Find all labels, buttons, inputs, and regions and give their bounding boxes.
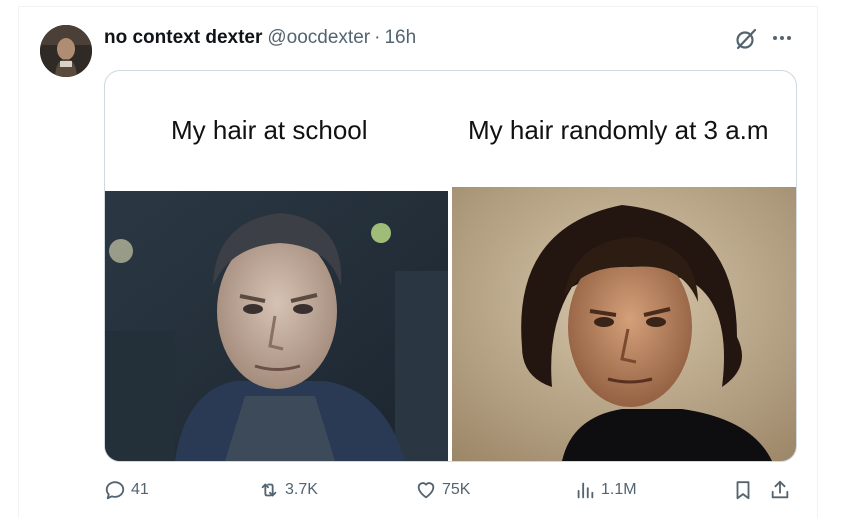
bookmark-icon: [736, 481, 750, 500]
view-count: 1.1M: [601, 481, 637, 498]
grok-icon[interactable]: [733, 26, 759, 52]
photo-long-hair: [452, 187, 796, 461]
tweet-header: no context dexter @oocdexter · 16h: [104, 26, 416, 50]
reply-icon: [105, 481, 125, 500]
share-icon: [771, 480, 789, 499]
repost-count: 3.7K: [285, 481, 318, 498]
tweet-media[interactable]: My hair at school My hair randomly at 3 …: [104, 70, 797, 462]
like-count: 75K: [442, 481, 471, 498]
reply-button[interactable]: 41: [104, 476, 149, 504]
repost-icon: [261, 483, 277, 497]
caption-left: My hair at school: [171, 115, 368, 145]
views-button[interactable]: 1.1M: [574, 476, 637, 504]
views-icon: [577, 482, 594, 499]
bookmark-button[interactable]: [732, 476, 759, 504]
separator: ·: [374, 27, 381, 48]
timestamp[interactable]: 16h: [384, 27, 416, 49]
share-button[interactable]: [769, 476, 796, 504]
repost-button[interactable]: 3.7K: [258, 476, 318, 504]
photo-short-hair: [105, 191, 448, 461]
display-name[interactable]: no context dexter: [104, 27, 262, 49]
handle[interactable]: @oocdexter: [267, 27, 370, 49]
like-icon: [417, 482, 435, 499]
tweet-actions: 41 3.7K 75K 1.1M: [104, 476, 795, 504]
caption-right: My hair randomly at 3 a.m: [468, 115, 769, 145]
avatar[interactable]: [40, 25, 92, 77]
more-icon[interactable]: [769, 28, 795, 48]
like-button[interactable]: 75K: [415, 476, 470, 504]
reply-count: 41: [131, 481, 149, 498]
